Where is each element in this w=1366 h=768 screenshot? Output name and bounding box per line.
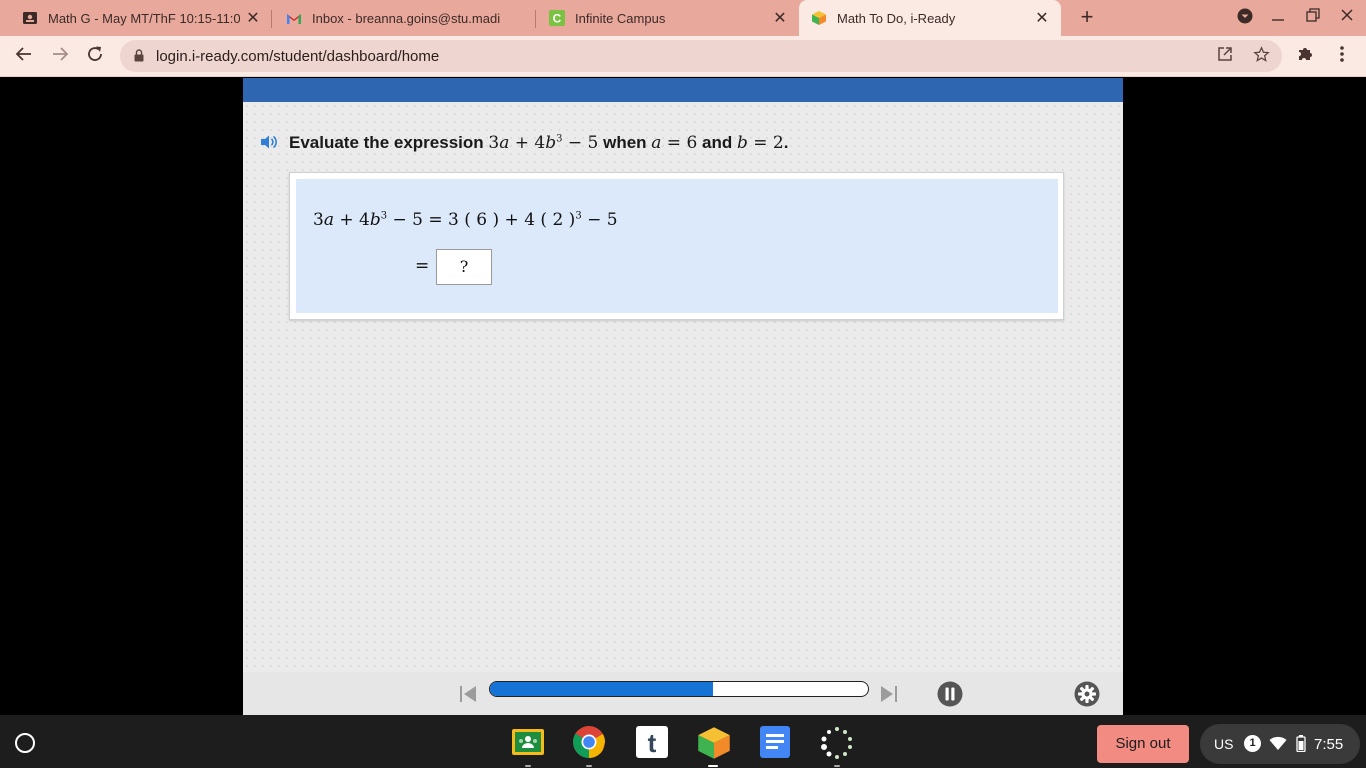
- close-icon[interactable]: ✕: [244, 8, 262, 28]
- tab-infinite-campus[interactable]: C Infinite Campus ✕: [527, 0, 799, 36]
- substitution-line: 3a + 4b3 − 5 = 3 ( 6 ) + 4 ( 2 )3 − 5: [313, 210, 618, 230]
- launcher-circle-icon[interactable]: [15, 733, 35, 753]
- iready-icon: [811, 10, 827, 26]
- tab-title: Infinite Campus: [575, 10, 666, 26]
- tumblr-t-icon[interactable]: t: [635, 725, 669, 759]
- close-icon[interactable]: ✕: [771, 8, 789, 28]
- pause-icon[interactable]: [937, 681, 963, 707]
- tab-title: Math To Do, i-Ready: [837, 10, 956, 26]
- google-classroom-icon[interactable]: [511, 725, 545, 767]
- question-prompt: Evaluate the expression 3a + 4b3 − 5 whe…: [289, 133, 788, 153]
- chrome-icon[interactable]: [572, 725, 606, 767]
- window-close-icon[interactable]: [1337, 8, 1357, 26]
- answer-input[interactable]: ?: [436, 249, 492, 285]
- prompt-period: .: [783, 133, 789, 152]
- svg-text:C: C: [553, 12, 562, 26]
- notification-badge: 1: [1244, 735, 1261, 752]
- next-icon[interactable]: [879, 684, 899, 704]
- result-equals-sign: =: [415, 256, 430, 276]
- open-in-app-icon[interactable]: [1217, 46, 1233, 67]
- extensions-puzzle-icon[interactable]: [1293, 45, 1317, 67]
- lock-icon: [134, 49, 144, 67]
- minimize-icon[interactable]: [1268, 8, 1288, 26]
- lesson-header-bar: [243, 78, 1123, 102]
- os-shelf: t Sign out US 1 7:55: [0, 715, 1366, 768]
- gmail-icon: [286, 10, 302, 26]
- tab-gmail-inbox[interactable]: Inbox - breanna.goins@stu.madi: [264, 0, 536, 36]
- previous-icon[interactable]: [458, 684, 478, 704]
- settings-gear-icon[interactable]: [1074, 681, 1100, 707]
- tab-iready-math[interactable]: Math To Do, i-Ready ✕: [799, 0, 1061, 36]
- tab-title: Inbox - breanna.goins@stu.madi: [312, 10, 501, 26]
- progress-bar: [489, 681, 869, 697]
- battery-icon: [1296, 735, 1306, 755]
- status-tray[interactable]: US 1 7:55: [1200, 724, 1360, 764]
- classroom-icon: [22, 10, 38, 26]
- work-panel: 3a + 4b3 − 5 = 3 ( 6 ) + 4 ( 2 )3 − 5 = …: [296, 179, 1058, 313]
- reload-icon[interactable]: [83, 45, 107, 67]
- bookmark-star-icon[interactable]: [1253, 46, 1270, 68]
- progress-fill: [490, 682, 714, 696]
- close-icon[interactable]: ✕: [1033, 8, 1051, 28]
- tab-title: Math G - May MT/ThF 10:15-11:0: [48, 10, 241, 26]
- prompt-expression: 3a + 4b3 − 5: [488, 133, 599, 153]
- svg-text:t: t: [648, 728, 657, 758]
- tab-math-classroom[interactable]: Math G - May MT/ThF 10:15-11:0 ✕: [0, 0, 272, 36]
- restore-icon[interactable]: [1303, 8, 1323, 26]
- lesson-controls: [243, 672, 1123, 715]
- prompt-b-value: b = 2: [736, 133, 784, 153]
- new-tab-button[interactable]: +: [1075, 6, 1099, 30]
- wifi-icon: [1269, 736, 1287, 754]
- speaker-icon[interactable]: [260, 134, 278, 150]
- iready-lesson-page: Evaluate the expression 3a + 4b3 − 5 whe…: [243, 78, 1123, 715]
- address-bar[interactable]: login.i-ready.com/student/dashboard/home: [120, 40, 1282, 72]
- loading-dots-icon[interactable]: [819, 725, 853, 767]
- google-docs-icon[interactable]: [758, 725, 792, 759]
- browser-menu-icon[interactable]: [1330, 45, 1354, 67]
- forward-arrow-icon[interactable]: [48, 45, 72, 67]
- prompt-and: and: [702, 133, 737, 152]
- back-arrow-icon[interactable]: [12, 45, 36, 67]
- tab-search-icon[interactable]: [1235, 8, 1255, 28]
- prompt-a-value: a = 6: [651, 133, 698, 153]
- clock-time: 7:55: [1314, 736, 1344, 753]
- browser-toolbar: login.i-ready.com/student/dashboard/home: [0, 36, 1366, 77]
- input-locale: US: [1214, 736, 1234, 752]
- prompt-when: when: [603, 133, 652, 152]
- iready-icon[interactable]: [696, 725, 730, 767]
- infinite-campus-icon: C: [549, 10, 565, 26]
- url-text: login.i-ready.com/student/dashboard/home: [156, 48, 440, 65]
- sign-out-button[interactable]: Sign out: [1097, 725, 1189, 763]
- work-card: 3a + 4b3 − 5 = 3 ( 6 ) + 4 ( 2 )3 − 5 = …: [289, 172, 1064, 320]
- browser-tab-strip: Math G - May MT/ThF 10:15-11:0 ✕ Inbox -…: [0, 0, 1366, 36]
- prompt-lead: Evaluate the expression: [289, 133, 489, 152]
